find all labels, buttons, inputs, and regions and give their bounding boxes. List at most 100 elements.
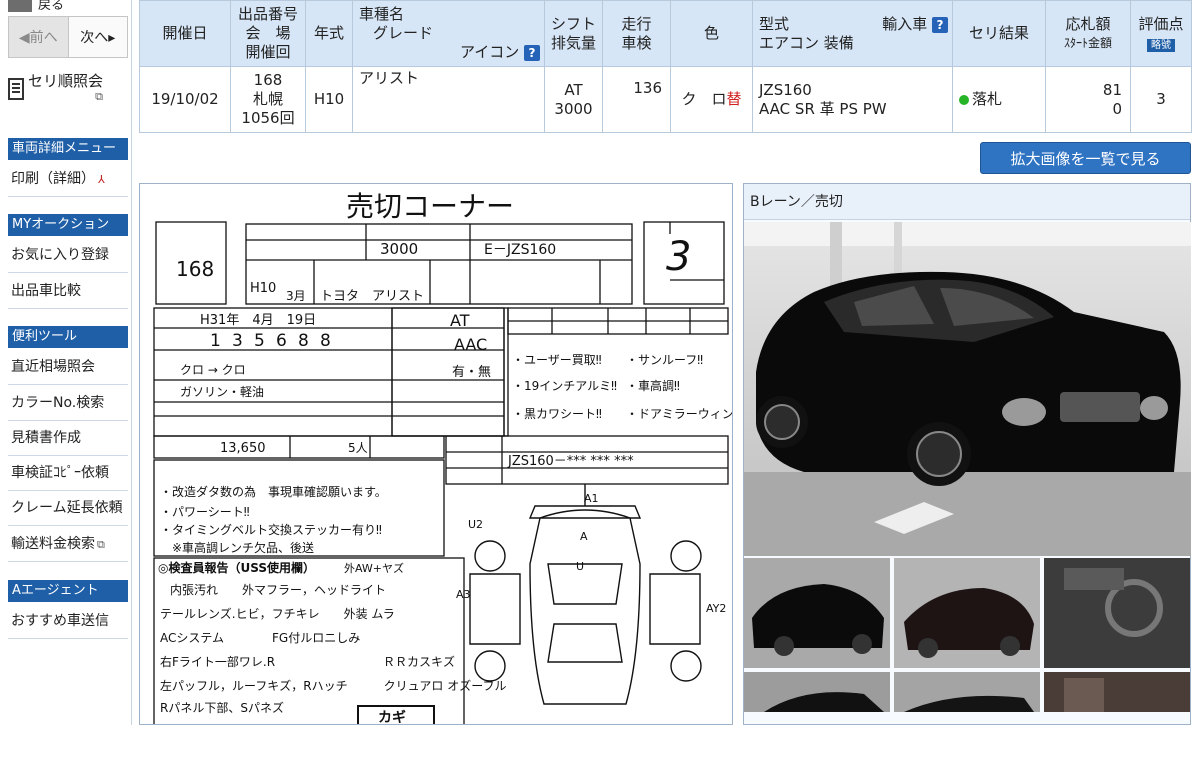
col-mileage: 走行 車検 — [602, 0, 671, 67]
car-photo-illustration — [744, 222, 1191, 556]
col-result: セリ結果 — [952, 0, 1046, 67]
key-stamp: カギ — [378, 709, 406, 725]
cell-type: JZS160 AAC SR 革 PS PW — [752, 66, 953, 133]
sheet-aircon: AAC — [454, 335, 487, 354]
abbrev-badge[interactable]: 略號 — [1147, 38, 1175, 52]
cell-result: 落札 — [952, 66, 1046, 133]
menu-print-detail[interactable]: 印刷（詳細） ⅄ — [8, 162, 128, 197]
col-score: 評価点 略號 — [1130, 0, 1192, 67]
back-label: 戻る — [38, 0, 65, 13]
menu-color-search[interactable]: カラーNo.検索 — [8, 386, 128, 421]
col-bid-l2: ｽﾀｰﾄ金額 — [1063, 35, 1112, 50]
sheet-fuel: ガソリン・軽油 — [180, 385, 264, 399]
sidebar: 戻る ◀前へ 次へ▸ セリ順照会 ⧉ 車両詳細メニュー 印刷（詳細） ⅄ MYオー… — [0, 0, 132, 725]
thumbnail-photo[interactable] — [1044, 672, 1190, 782]
sheet-model-code: E－JZS160 — [484, 242, 556, 258]
damage-mark: U — [576, 560, 584, 573]
cell-lot: 168 札幌 1056回 — [230, 66, 306, 133]
odo-digit: 8 — [298, 331, 309, 351]
sheet-seats: 5人 — [348, 441, 368, 455]
col-name-l1: 車種名 — [359, 5, 405, 23]
thumbnail-photo[interactable] — [894, 672, 1040, 782]
col-type-l2: エアコン 装備 — [759, 33, 854, 52]
menu-claim-extend[interactable]: クレーム延長依頼 — [8, 491, 128, 526]
col-lot-l3: 開催回 — [245, 43, 291, 61]
col-name: 車種名 グレード アイコン ? — [352, 0, 545, 67]
sheet-ac-check: 有・無 — [452, 365, 491, 380]
inspector-line: 内張汚れ 外マフラー，ヘッドライト — [170, 583, 386, 597]
photo-panel: Bレーン／売切 — [743, 183, 1191, 725]
col-bid-l1: 応札額 — [1065, 14, 1111, 33]
col-score-label: 評価点 — [1138, 14, 1184, 33]
odo-digit: 3 — [232, 331, 243, 351]
data-row: 19/10/02 168 札幌 1056回 H10 アリスト AT 3000 1… — [139, 66, 1192, 133]
cell-model-code: JZS160 — [759, 80, 812, 99]
seri-order-label: セリ順照会 — [28, 72, 104, 90]
lot-summary-table: 開催日 出品番号 会 場 開催回 年式 車種名 グレード アイコン ? シフト … — [139, 0, 1192, 133]
cell-name: アリスト — [352, 66, 545, 133]
sales-point: ・車高調‼ — [626, 378, 680, 393]
inspector-line: ACシステム FG付ルロニしみ — [160, 631, 360, 645]
help-icon[interactable]: ? — [932, 16, 948, 33]
odo-digit: 6 — [276, 331, 287, 351]
cell-color-value: ク ロ — [681, 90, 727, 108]
menu-market-price[interactable]: 直近相場照会 — [8, 350, 128, 385]
inspector-title: ◎検査員報告（USS使用欄） — [158, 560, 315, 575]
cell-displacement: 3000 — [554, 99, 593, 118]
col-shift: シフト 排気量 — [544, 0, 603, 67]
damage-mark: A3 — [456, 588, 471, 601]
next-button[interactable]: 次へ▸ — [68, 17, 127, 57]
damage-mark: A1 — [584, 492, 599, 505]
note-line: ・タイミングベルト交換ステッカー有り‼ — [160, 522, 382, 537]
col-mileage-l2: 車検 — [621, 33, 652, 52]
thumbnail-photo[interactable] — [894, 558, 1040, 668]
sales-point: ・黒カワシート‼ — [512, 407, 602, 421]
col-name-l2: グレード — [373, 24, 434, 42]
prev-button[interactable]: ◀前へ — [9, 17, 69, 57]
menu-head-tools: 便利ツール — [8, 326, 128, 348]
cell-session: 1056回 — [241, 109, 295, 127]
menu-head-agent: Aエージェント — [8, 580, 128, 602]
col-year: 年式 — [305, 0, 353, 67]
col-type-l1: 型式 — [759, 14, 790, 33]
menu-shaken-copy[interactable]: 車検証ｺﾋﾟｰ依頼 — [8, 456, 128, 491]
menu-transport-fee[interactable]: 輸送料金検索 ⧉ — [8, 527, 128, 562]
pdf-icon: ⅄ — [98, 173, 105, 186]
seri-order-link[interactable]: セリ順照会 ⧉ — [8, 72, 128, 110]
col-date: 開催日 — [139, 0, 231, 67]
menu-estimate[interactable]: 見積書作成 — [8, 421, 128, 456]
note-line: ・改造ダタ数の為 事現車確認願います。 — [160, 484, 387, 499]
col-lot: 出品番号 会 場 開催回 — [230, 0, 306, 67]
cell-color: ク ロ替 — [670, 66, 753, 133]
menu-compare[interactable]: 出品車比較 — [8, 274, 128, 309]
col-shift-l2: 排気量 — [550, 33, 596, 52]
repaint-mark: 替 — [726, 90, 742, 108]
col-lot-l2: 会 場 — [245, 24, 291, 42]
inspector-line: 右Fライト一部ワレ.R ＲＲカスキズ — [160, 654, 455, 669]
thumbnail-photo[interactable] — [1044, 558, 1190, 668]
col-mileage-l1: 走行 — [621, 14, 652, 33]
sheet-recycle: 13,650 — [220, 441, 266, 456]
list-icon — [8, 78, 24, 100]
thumbnail-photo[interactable] — [744, 672, 890, 782]
lane-label: Bレーン／売切 — [744, 184, 1190, 220]
main-car-photo[interactable] — [744, 222, 1191, 556]
inspector-line: テールレンズ.ヒビ，フチキレ 外装 ムラ — [160, 606, 395, 621]
col-name-l3: アイコン — [459, 43, 520, 61]
enlarge-images-button[interactable]: 拡大画像を一覧で見る — [980, 142, 1191, 174]
menu-recommend-send[interactable]: おすすめ車送信 — [8, 604, 128, 639]
cell-bid: 81 0 — [1045, 66, 1131, 133]
help-icon[interactable]: ? — [524, 45, 540, 61]
sheet-color: クロ → クロ — [180, 363, 246, 377]
note-line: ※車高調レンチ欠品、後送 — [160, 540, 314, 555]
thumbnail-photo[interactable] — [744, 558, 890, 668]
sheet-maker-name: トヨタ アリスト — [320, 289, 424, 304]
auction-sheet-image[interactable]: 売切コーナー 168 3 3000 E－JZS160 H10 3月 トヨタ アリ… — [139, 183, 733, 725]
menu-favorite[interactable]: お気に入り登録 — [8, 238, 128, 273]
damage-mark: A — [580, 530, 588, 543]
damage-mark: U2 — [468, 518, 483, 531]
external-link-icon: ⧉ — [97, 538, 105, 551]
inspector-line: Rパネル下部、Sパネズ — [160, 700, 284, 715]
sheet-odometer: 1 3 5 6 8 8 — [210, 331, 331, 351]
back-link[interactable]: 戻る — [8, 0, 128, 13]
